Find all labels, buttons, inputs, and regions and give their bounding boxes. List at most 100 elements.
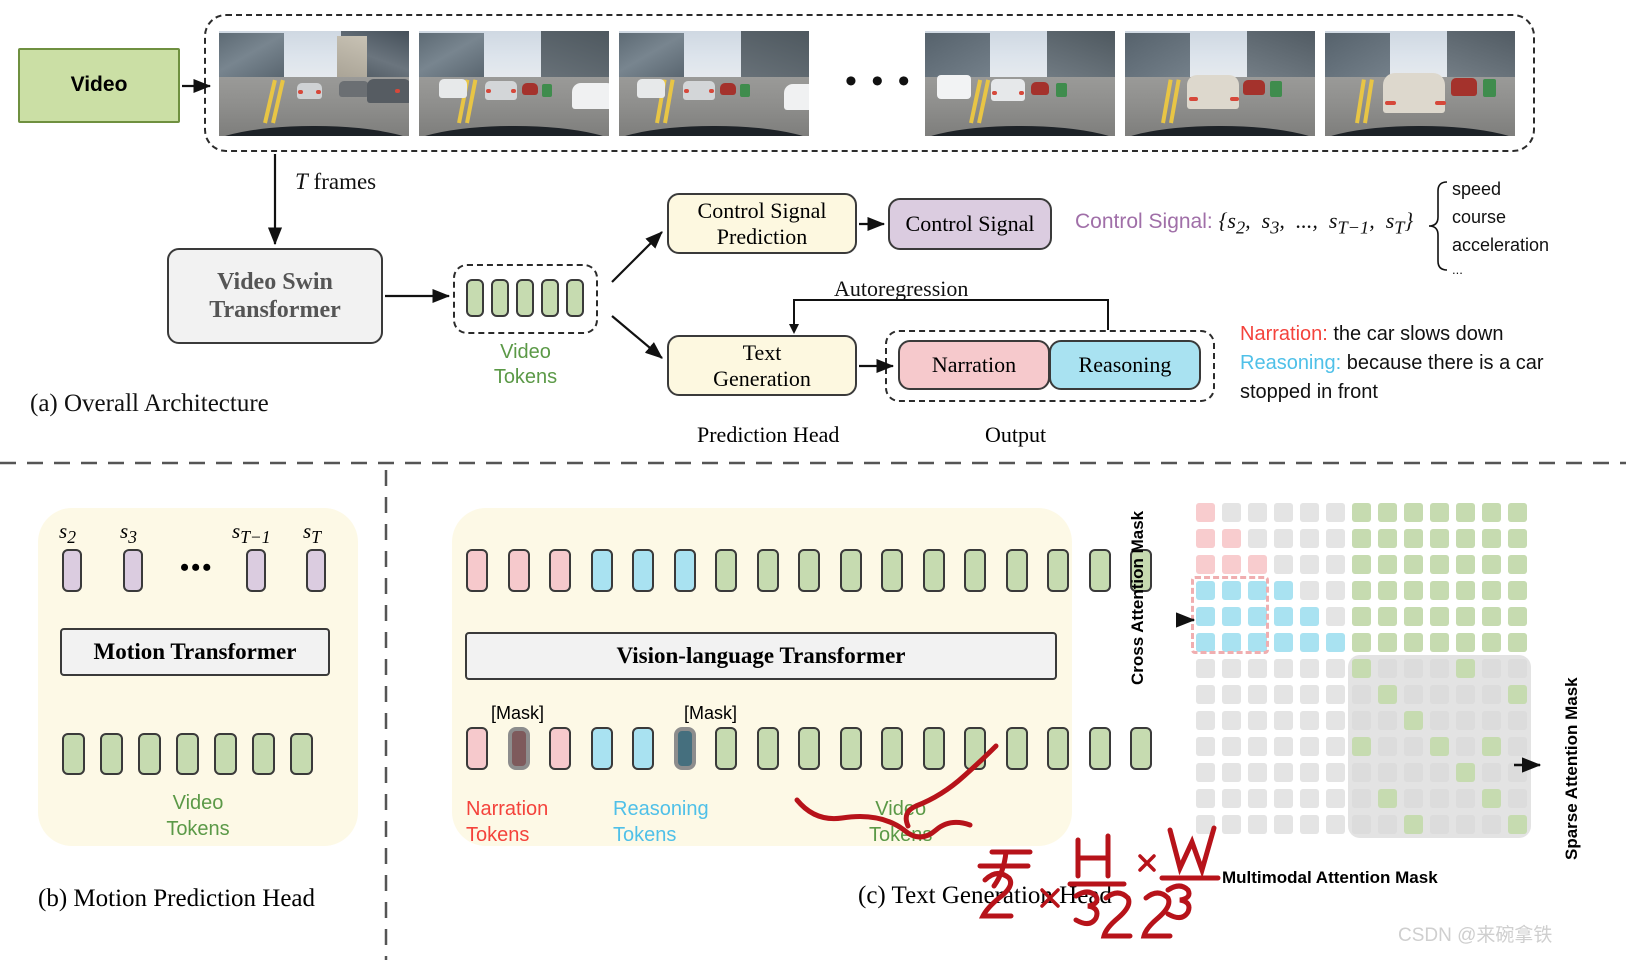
mask-cell-empty: [1326, 789, 1345, 808]
signal-token: [246, 549, 266, 592]
mask-cell-empty: [1222, 815, 1241, 834]
control-pred-line-2: Prediction: [716, 223, 808, 249]
signal-token: [306, 549, 326, 592]
video-token: [62, 733, 85, 775]
mask-cell-sparse-off: [1352, 711, 1371, 730]
mask-cell-video: [1508, 607, 1527, 626]
sequence-token: [798, 727, 820, 770]
mask-cell-video: [1482, 633, 1501, 652]
sequence-token: [1005, 727, 1028, 770]
mask-cell-video: [1430, 633, 1449, 652]
control-signal-prediction-box: Control Signal Prediction: [667, 193, 857, 254]
mask-cell-sparse-on: [1404, 815, 1423, 834]
mask-cell-sparse-off: [1482, 711, 1501, 730]
video-tokens-line-2: Tokens: [493, 366, 558, 388]
mask-cell-video: [1404, 633, 1423, 652]
mask-cell-sparse-off: [1378, 737, 1397, 756]
mask-cell-video: [1482, 503, 1501, 522]
video-input-box: Video: [18, 48, 180, 123]
mask-cell-sparse-off: [1456, 815, 1475, 834]
mask-cell-video: [1482, 555, 1501, 574]
mask-cell-sparse-off: [1508, 789, 1527, 808]
sequence-token: [673, 549, 696, 592]
mask-cell-video: [1508, 555, 1527, 574]
mask-cell-empty: [1196, 763, 1215, 782]
mask-cell-empty: [1196, 815, 1215, 834]
mask-cell-empty: [1248, 789, 1267, 808]
panel-c-caption: (c) Text Generation Head: [858, 882, 1112, 909]
prediction-head-label: Prediction Head: [697, 422, 840, 447]
mask-cell-narration: [1196, 503, 1215, 522]
mask-cell-empty: [1248, 685, 1267, 704]
video-tokens-line-1: Video: [875, 798, 927, 820]
mask-cell-video: [1352, 555, 1371, 574]
signal-item: speed: [1452, 179, 1502, 199]
sequence-token: [632, 549, 654, 592]
mask-cell-sparse-off: [1456, 789, 1475, 808]
mask-cell-empty: [1274, 529, 1293, 548]
mask-cell-empty: [1248, 711, 1267, 730]
video-token: [466, 279, 484, 317]
mask-cell-video: [1378, 555, 1397, 574]
output-narration-label: Narration: [931, 352, 1017, 378]
mask-cell-empty: [1222, 503, 1241, 522]
mask-cell-sparse-off: [1482, 659, 1501, 678]
mask-cell-video: [1482, 581, 1501, 600]
sequence-token: [715, 727, 737, 770]
video-token: [214, 733, 237, 775]
mask-cell-video: [1482, 529, 1501, 548]
mask-cell-empty: [1222, 685, 1241, 704]
mask-cell-sparse-off: [1508, 737, 1527, 756]
sequence-token: [964, 727, 986, 770]
video-token: [541, 279, 559, 317]
sequence-token: [922, 727, 945, 770]
panel-b-video-tokens-label: Video Tokens: [38, 790, 358, 842]
sequence-token: [839, 727, 862, 770]
mask-cell-empty: [1326, 763, 1345, 782]
mask-cell-empty: [1300, 711, 1319, 730]
mask-cell-empty: [1274, 789, 1293, 808]
narration-reasoning-text: Narration: the car slows down Reasoning:…: [1240, 320, 1620, 408]
sequence-token: [756, 549, 779, 592]
mask-cell-sparse-off: [1352, 763, 1371, 782]
mask-cell-sparse-off: [1430, 711, 1449, 730]
mask-cell-reasoning: [1300, 633, 1319, 652]
mask-cell-empty: [1300, 789, 1319, 808]
mask-cell-video: [1378, 607, 1397, 626]
mask-cell-sparse-off: [1430, 789, 1449, 808]
mask-cell-empty: [1300, 815, 1319, 834]
mask-cell-sparse-on: [1430, 737, 1449, 756]
video-frame-6: [1325, 31, 1515, 136]
mask-cell-empty: [1300, 763, 1319, 782]
sparse-attention-mask-label: Sparse Attention Mask: [1562, 677, 1581, 860]
mask-cell-empty: [1326, 737, 1345, 756]
mask-cell-empty: [1326, 529, 1345, 548]
mask-cell-empty: [1326, 607, 1345, 626]
mask-cell-video: [1352, 581, 1371, 600]
sequence-token: [1047, 549, 1069, 592]
mask-cell-sparse-off: [1482, 685, 1501, 704]
mask-cell-empty: [1300, 529, 1319, 548]
mask-cell-sparse-on: [1378, 685, 1397, 704]
autoregression-label: Autoregression: [834, 276, 969, 301]
narration-text: the car slows down: [1333, 323, 1504, 345]
mask-cell-sparse-on: [1456, 763, 1475, 782]
control-pred-line-1: Control Signal: [697, 197, 827, 223]
control-signal-formula: Control Signal: {s2, s3, ..., sT−1, sT}: [1075, 208, 1413, 238]
mask-cell-empty: [1274, 659, 1293, 678]
signal-token: [123, 549, 143, 592]
sequence-token: [798, 549, 820, 592]
mask-cell-narration: [1196, 529, 1215, 548]
video-tokens-line-2: Tokens: [869, 824, 933, 846]
vision-language-transformer-box: Vision-language Transformer: [465, 632, 1057, 680]
video-tokens-label-a: Video Tokens: [453, 340, 598, 390]
reasoning-text-line-2: stopped in front: [1240, 381, 1378, 404]
control-signal-set: {s2, s3, ..., sT−1, sT}: [1218, 208, 1414, 238]
mask-cell-video: [1404, 503, 1423, 522]
frames-ellipsis: • • •: [845, 63, 913, 100]
mask-cell-reasoning: [1274, 581, 1293, 600]
mask-cell-video: [1378, 581, 1397, 600]
reasoning-tokens-label: Reasoning Tokens: [613, 796, 709, 848]
mask-cell-video: [1456, 529, 1475, 548]
mask-cell-video: [1430, 607, 1449, 626]
